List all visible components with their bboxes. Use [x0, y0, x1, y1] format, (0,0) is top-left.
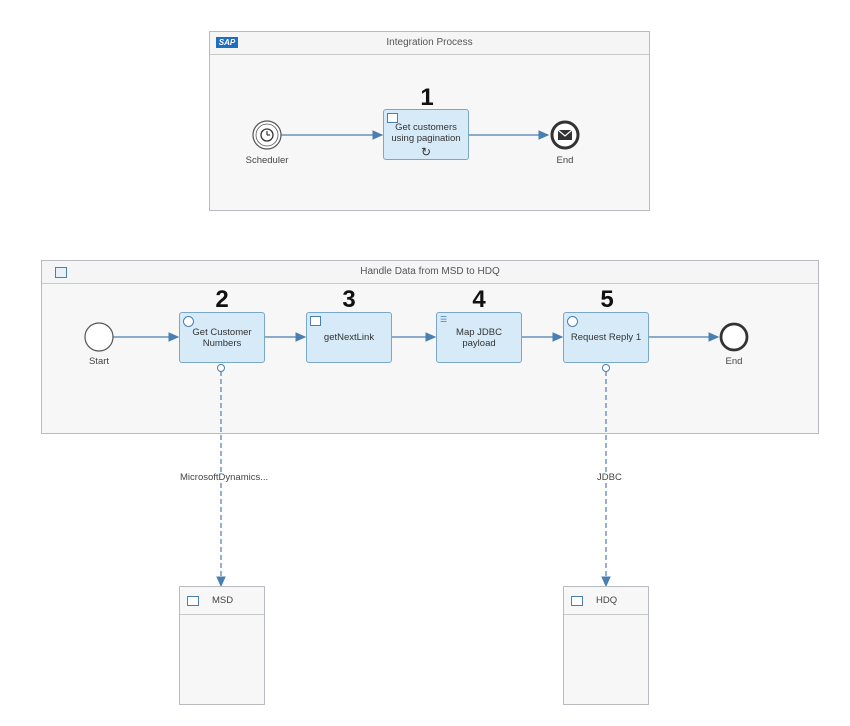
connection-label-jdbc[interactable]: JDBC [596, 472, 623, 483]
task-2-line2: Numbers [202, 337, 242, 349]
task-4-line1: Map JDBC [456, 326, 502, 338]
script-icon [310, 316, 321, 326]
task-map-jdbc-payload[interactable]: ☰ Map JDBC payload [436, 312, 522, 363]
task-2-line1: Get Customer [192, 326, 252, 338]
scheduler-start-event [252, 120, 282, 150]
scheduler-label: Scheduler [245, 155, 289, 166]
mapping-icon: ☰ [440, 315, 448, 324]
start-label: Start [88, 356, 110, 367]
task-get-customers-line2: using pagination [391, 132, 461, 144]
loop-icon: ↻ [421, 145, 432, 159]
system-hdq-name: HDQ [596, 595, 618, 606]
task-get-customers-line1: Get customers [395, 121, 457, 133]
step-number-2: 2 [215, 286, 229, 313]
system-msd-name: MSD [212, 595, 234, 606]
step-number-4: 4 [472, 286, 486, 313]
system-msd-header: MSD [180, 587, 264, 615]
request-reply-icon [567, 316, 578, 327]
task-4-line2: payload [462, 337, 496, 349]
bottom-end-label: End [725, 356, 743, 367]
system-hdq[interactable]: HDQ [563, 586, 649, 705]
task-get-customers[interactable]: Get customers using pagination ↻ [383, 109, 469, 160]
task-3-line1: getNextLink [323, 332, 375, 343]
start-event [84, 322, 114, 352]
process-call-icon [387, 113, 398, 123]
message-flow-hdq-origin [602, 364, 610, 372]
end-event [719, 322, 749, 352]
step-number-3: 3 [342, 286, 356, 313]
step-number-5: 5 [600, 286, 614, 313]
system-hdq-header: HDQ [564, 587, 648, 615]
request-reply-icon [183, 316, 194, 327]
task-5-line1: Request Reply 1 [570, 332, 642, 343]
step-number-1: 1 [420, 84, 434, 111]
task-get-next-link[interactable]: getNextLink [306, 312, 392, 363]
connection-label-msd[interactable]: MicrosoftDynamics... [179, 472, 270, 483]
message-flow-msd-origin [217, 364, 225, 372]
system-msd[interactable]: MSD [179, 586, 265, 705]
task-request-reply-1[interactable]: Request Reply 1 [563, 312, 649, 363]
system-icon [187, 596, 199, 606]
system-icon [571, 596, 583, 606]
top-end-event [550, 120, 580, 150]
top-end-label: End [556, 155, 574, 166]
task-get-customer-numbers[interactable]: Get Customer Numbers [179, 312, 265, 363]
